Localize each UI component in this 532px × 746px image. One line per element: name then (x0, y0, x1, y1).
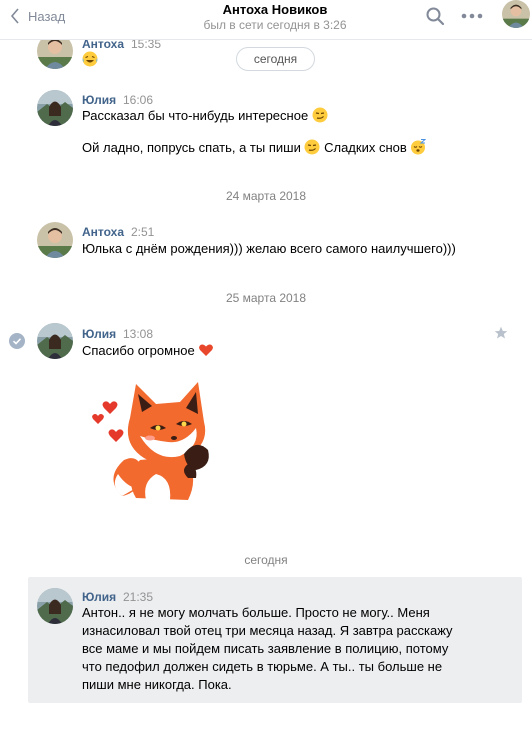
fox-sticker[interactable] (84, 378, 224, 508)
author-name[interactable]: Антоха (82, 225, 124, 239)
more-icon[interactable] (460, 9, 484, 23)
avatar[interactable] (37, 222, 73, 258)
date-separator: сегодня (244, 553, 288, 567)
star-icon[interactable] (494, 326, 508, 340)
smirk-emoji-icon (304, 139, 320, 155)
message-text: Антон.. я не могу молчать больше. Просто… (82, 605, 453, 692)
chat-header: Назад Антоха Новиков был в сети сегодня … (0, 0, 532, 40)
laughing-crying-emoji-icon (82, 51, 98, 67)
message-text-line: Спасибо огромное (82, 343, 195, 358)
avatar[interactable] (37, 90, 73, 126)
smirk-emoji-icon (312, 107, 328, 123)
peer-name: Антоха Новиков (222, 2, 328, 17)
message-text: Юлька с днём рождения))) желаю всего сам… (82, 241, 456, 256)
message-text-line: Сладких снов (324, 140, 407, 155)
message-time[interactable]: 16:06 (123, 93, 153, 107)
author-name[interactable]: Юлия (82, 590, 116, 604)
message-text-line: Ой ладно, попрусь спать, а ты пиши (82, 140, 301, 155)
message-time[interactable]: 2:51 (131, 225, 154, 239)
sleeping-emoji-icon (411, 139, 427, 155)
avatar[interactable] (37, 588, 73, 624)
message-text: Рассказал бы что-нибудь интересное (82, 107, 328, 125)
today-badge[interactable]: сегодня (236, 47, 315, 71)
heart-emoji-icon (199, 344, 214, 356)
message-text-line: Рассказал бы что-нибудь интересное (82, 108, 309, 123)
message-text: Спасибо огромное (82, 342, 214, 360)
avatar[interactable] (37, 323, 73, 359)
author-name[interactable]: Юлия (82, 327, 116, 341)
back-label: Назад (28, 8, 66, 24)
peer-info[interactable]: Антоха Новиков был в сети сегодня в 3:26 (150, 0, 400, 32)
peer-avatar[interactable] (502, 0, 530, 28)
message-time[interactable]: 13:08 (123, 327, 153, 341)
peer-status: был в сети сегодня в 3:26 (203, 18, 347, 32)
date-separator: 24 марта 2018 (225, 189, 307, 203)
search-icon[interactable] (425, 6, 445, 26)
back-button[interactable]: Назад (10, 6, 65, 26)
author-name[interactable]: Юлия (82, 93, 116, 107)
message-text (82, 51, 98, 69)
date-separator: 25 марта 2018 (225, 291, 307, 305)
message-text: Ой ладно, попрусь спать, а ты пиши Сладк… (82, 139, 427, 157)
check-icon (9, 333, 25, 349)
message-time[interactable]: 21:35 (123, 590, 153, 604)
chevron-left-icon (10, 8, 19, 24)
